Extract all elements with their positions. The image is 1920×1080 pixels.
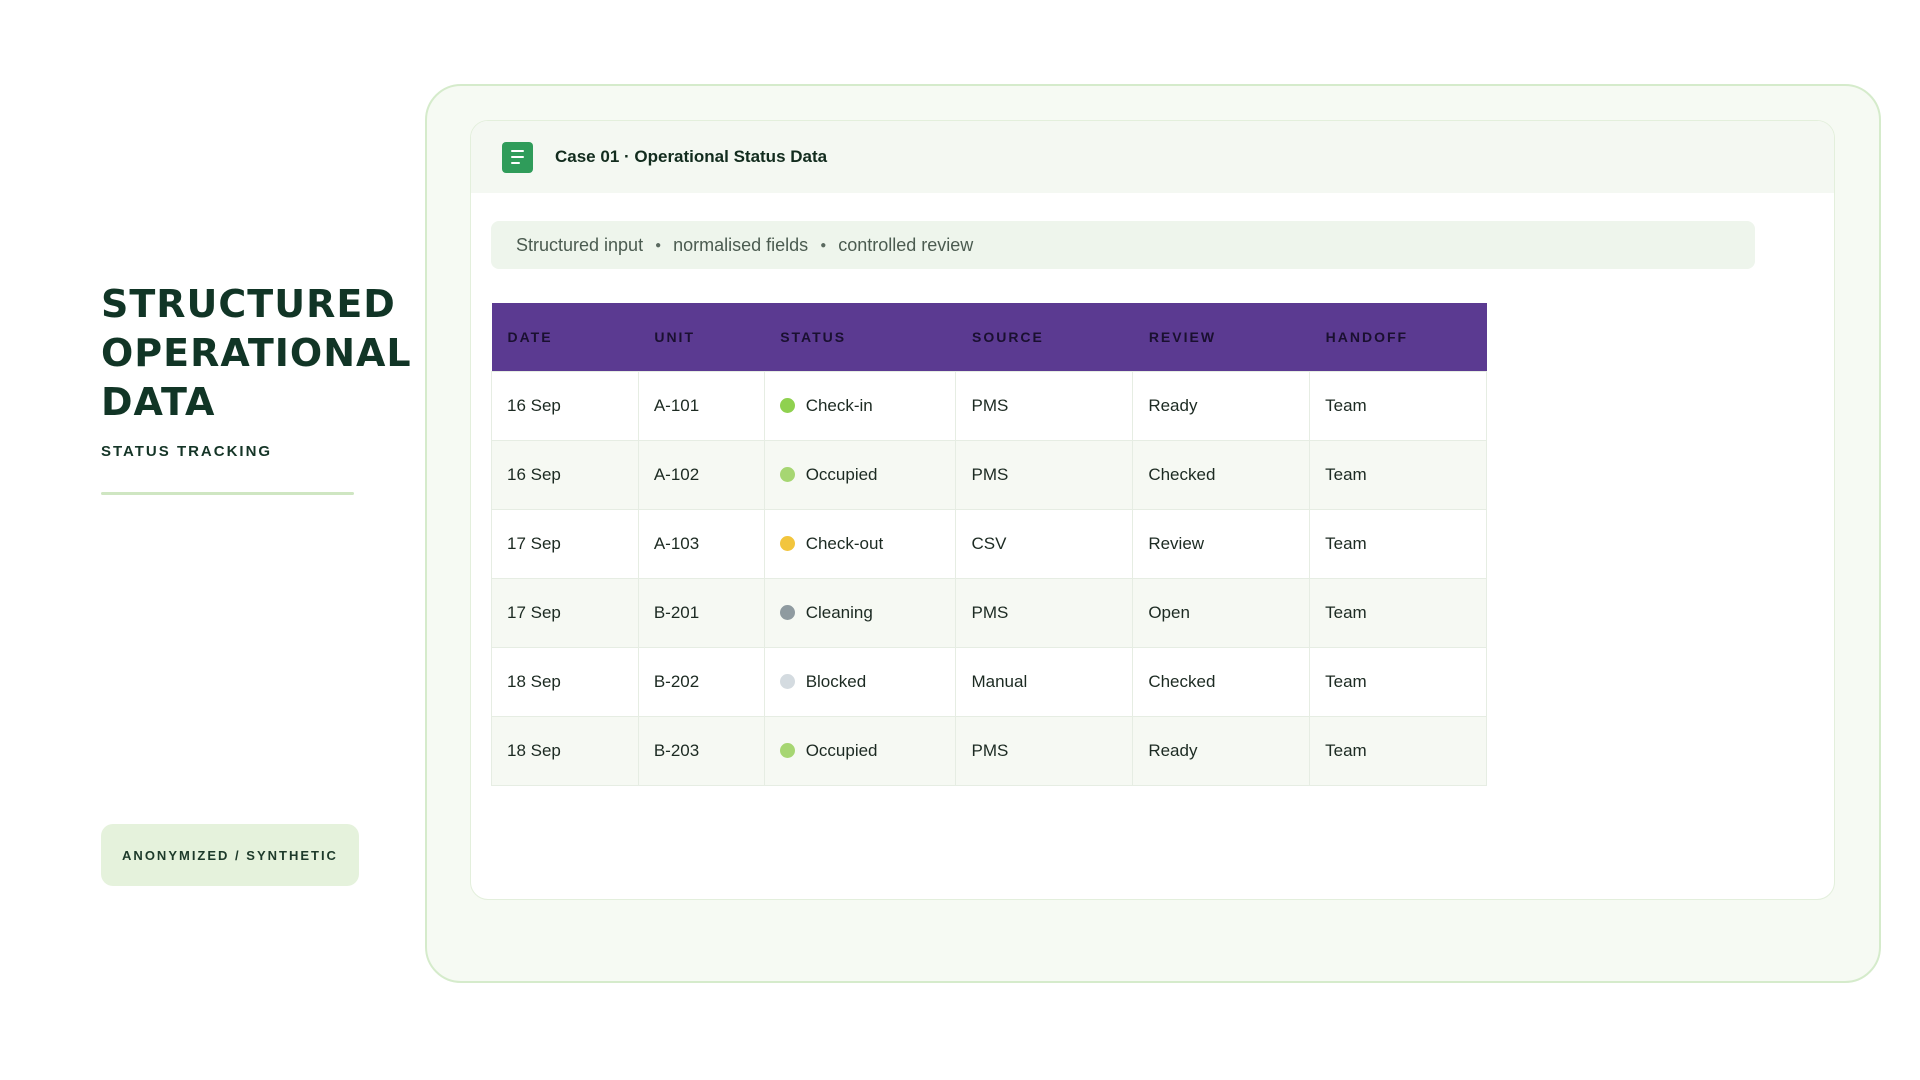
- cell-unit: B-203: [637, 715, 765, 786]
- table-row[interactable]: 18 Sep B-203 Occupied PMS Ready Team: [491, 715, 1487, 786]
- cell-status: Occupied: [763, 715, 957, 786]
- cell-review: Review: [1132, 508, 1311, 579]
- status-label: Check-out: [805, 533, 884, 553]
- separator-dot-icon: ●: [655, 239, 662, 251]
- status-dot-icon: [779, 466, 795, 482]
- separator-dot-icon: ●: [820, 239, 827, 251]
- pill-item: normalised fields: [673, 234, 809, 255]
- cell-handoff: Team: [1309, 715, 1487, 786]
- cell-handoff: Team: [1309, 577, 1487, 648]
- cell-date: 18 Sep: [491, 715, 639, 786]
- cell-unit: B-202: [637, 646, 765, 717]
- cell-review: Ready: [1132, 715, 1311, 786]
- table-header-row: DATE UNIT STATUS SOURCE REVIEW HANDOFF: [491, 303, 1487, 371]
- cell-review: Open: [1132, 577, 1311, 648]
- page-title: STRUCTURED OPERATIONAL DATA: [101, 282, 412, 424]
- cell-source: PMS: [955, 439, 1134, 510]
- case-card: Case 01 · Operational Status Data Struct…: [470, 120, 1835, 900]
- table-row[interactable]: 16 Sep A-102 Occupied PMS Checked Team: [491, 439, 1487, 510]
- cell-date: 16 Sep: [491, 439, 639, 510]
- cell-unit: A-102: [637, 439, 765, 510]
- cell-handoff: Team: [1309, 370, 1487, 441]
- status-label: Check-in: [805, 395, 873, 415]
- column-header-status[interactable]: STATUS: [764, 303, 956, 371]
- status-table: DATE UNIT STATUS SOURCE REVIEW HANDOFF 1…: [491, 303, 1487, 786]
- status-label: Blocked: [805, 671, 867, 691]
- column-header-handoff[interactable]: HANDOFF: [1309, 303, 1487, 371]
- cell-unit: A-103: [637, 508, 765, 579]
- column-header-date[interactable]: DATE: [491, 303, 639, 371]
- cell-source: PMS: [955, 715, 1134, 786]
- cell-handoff: Team: [1309, 508, 1487, 579]
- pill-item: Structured input: [516, 234, 644, 255]
- document-icon: [502, 141, 533, 173]
- cell-date: 18 Sep: [491, 646, 639, 717]
- cell-date: 17 Sep: [491, 577, 639, 648]
- title-divider: [101, 492, 354, 495]
- intro-panel: STRUCTURED OPERATIONAL DATA STATUS TRACK…: [101, 280, 412, 495]
- cell-review: Ready: [1132, 370, 1311, 441]
- pill-item: controlled review: [838, 234, 974, 255]
- cell-status: Check-out: [763, 508, 957, 579]
- cell-handoff: Team: [1309, 439, 1487, 510]
- cell-status: Occupied: [763, 439, 957, 510]
- status-label: Occupied: [805, 464, 878, 484]
- cell-status: Blocked: [763, 646, 957, 717]
- table-row[interactable]: 18 Sep B-202 Blocked Manual Checked Team: [491, 646, 1487, 717]
- column-header-source[interactable]: SOURCE: [955, 303, 1133, 371]
- badge-label: ANONYMIZED / SYNTHETIC: [122, 847, 338, 863]
- cell-status: Cleaning: [763, 577, 957, 648]
- card-header: Case 01 · Operational Status Data: [471, 121, 1834, 193]
- status-dot-icon: [779, 535, 795, 551]
- cell-handoff: Team: [1309, 646, 1487, 717]
- status-dot-icon: [779, 742, 795, 758]
- workflow-pill: Structured input ● normalised fields ● c…: [491, 221, 1755, 269]
- table-row[interactable]: 17 Sep B-201 Cleaning PMS Open Team: [491, 577, 1487, 648]
- cell-unit: B-201: [637, 577, 765, 648]
- cell-status: Check-in: [763, 370, 957, 441]
- card-title: Case 01 · Operational Status Data: [555, 147, 828, 166]
- cell-source: PMS: [955, 370, 1134, 441]
- cell-source: Manual: [955, 646, 1134, 717]
- status-dot-icon: [779, 397, 795, 413]
- cell-unit: A-101: [637, 370, 765, 441]
- column-header-review[interactable]: REVIEW: [1132, 303, 1310, 371]
- status-label: Cleaning: [805, 602, 873, 622]
- cell-date: 17 Sep: [491, 508, 639, 579]
- cell-date: 16 Sep: [491, 370, 639, 441]
- data-badge: ANONYMIZED / SYNTHETIC: [101, 824, 359, 886]
- status-dot-icon: [779, 604, 795, 620]
- cell-review: Checked: [1132, 646, 1311, 717]
- table-row[interactable]: 17 Sep A-103 Check-out CSV Review Team: [491, 508, 1487, 579]
- table-row[interactable]: 16 Sep A-101 Check-in PMS Ready Team: [491, 370, 1487, 441]
- status-label: Occupied: [805, 740, 878, 760]
- cell-review: Checked: [1132, 439, 1311, 510]
- cell-source: PMS: [955, 577, 1134, 648]
- column-header-unit[interactable]: UNIT: [638, 303, 765, 371]
- status-dot-icon: [779, 673, 795, 689]
- page-subtitle: STATUS TRACKING: [101, 443, 273, 460]
- cell-source: CSV: [955, 508, 1134, 579]
